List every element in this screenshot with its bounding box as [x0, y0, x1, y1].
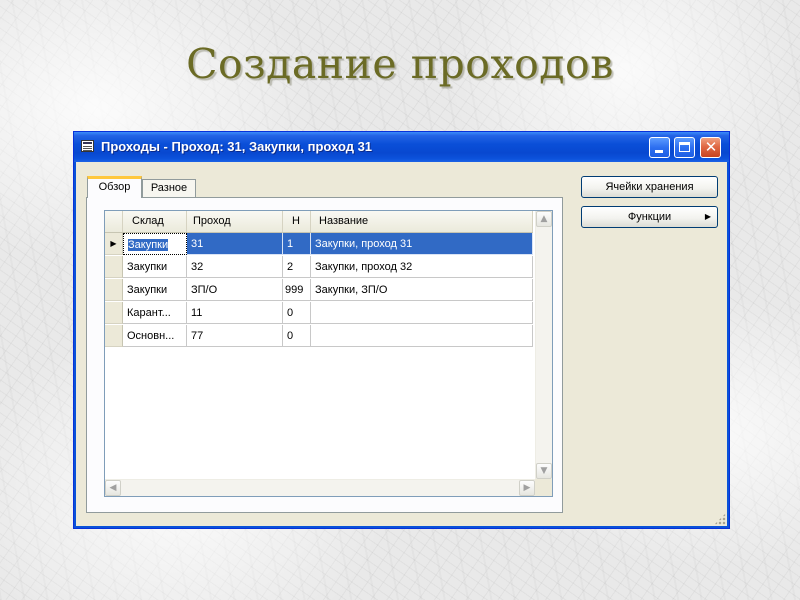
- cell-n[interactable]: 1: [283, 233, 311, 255]
- minimize-icon: [655, 150, 663, 153]
- cell-prohod[interactable]: 31: [187, 233, 283, 255]
- maximize-icon: [679, 142, 690, 152]
- cell-sklad[interactable]: Карант...: [123, 302, 187, 324]
- window-app-icon[interactable]: [81, 140, 94, 152]
- scroll-right-button[interactable]: ▶: [519, 480, 535, 496]
- grid-header: Склад Проход Н Название: [105, 211, 533, 233]
- cell-prohod[interactable]: 32: [187, 256, 283, 278]
- maximize-button[interactable]: [674, 137, 695, 158]
- storage-cells-button[interactable]: Ячейки хранения: [581, 176, 718, 198]
- close-button[interactable]: ✕: [700, 137, 721, 158]
- cell-sklad[interactable]: Основн...: [123, 325, 187, 347]
- cell-n[interactable]: 0: [283, 302, 311, 324]
- cell-nazvanie[interactable]: Закупки, проход 32: [311, 256, 533, 278]
- cell-sklad[interactable]: Закупки: [123, 279, 187, 301]
- tab-raznoe[interactable]: Разное: [142, 179, 196, 198]
- table-row[interactable]: Закупки ЗП/О 999 Закупки, ЗП/О: [105, 279, 533, 302]
- cell-n[interactable]: 999: [283, 279, 311, 301]
- scroll-left-button[interactable]: ◀: [105, 480, 121, 496]
- cell-nazvanie[interactable]: [311, 302, 533, 324]
- row-selector[interactable]: [105, 256, 123, 278]
- cell-n[interactable]: 2: [283, 256, 311, 278]
- close-icon: ✕: [704, 138, 718, 156]
- slide-title: Создание проходов: [186, 40, 614, 88]
- resize-grip-icon[interactable]: [714, 513, 726, 525]
- column-header-nazvanie[interactable]: Название: [311, 211, 533, 232]
- cell-sklad[interactable]: Закупки: [123, 233, 187, 255]
- table-row[interactable]: Карант... 11 0: [105, 302, 533, 325]
- scroll-down-button[interactable]: ▼: [536, 463, 552, 479]
- scroll-up-button[interactable]: ▲: [536, 211, 552, 227]
- row-indicator-icon: ▶: [105, 233, 123, 255]
- submenu-arrow-icon: ▶: [704, 212, 711, 221]
- vertical-scrollbar[interactable]: ▲ ▼: [535, 211, 552, 479]
- column-header-sklad[interactable]: Склад: [123, 211, 187, 232]
- row-selector[interactable]: [105, 325, 123, 347]
- table-row[interactable]: Закупки 32 2 Закупки, проход 32: [105, 256, 533, 279]
- row-selector[interactable]: [105, 302, 123, 324]
- cell-prohod[interactable]: 11: [187, 302, 283, 324]
- row-selector[interactable]: [105, 279, 123, 301]
- passages-window: Проходы - Проход: 31, Закупки, проход 31…: [73, 131, 730, 529]
- tab-obzor[interactable]: Обзор: [87, 176, 142, 198]
- window-titlebar[interactable]: Проходы - Проход: 31, Закупки, проход 31…: [74, 132, 729, 162]
- table-row[interactable]: Основн... 77 0: [105, 325, 533, 348]
- cell-nazvanie[interactable]: Закупки, проход 31: [311, 233, 533, 255]
- minimize-button[interactable]: [649, 137, 670, 158]
- functions-label: Функции: [627, 211, 672, 223]
- scrollbar-corner: [535, 479, 552, 496]
- cell-sklad[interactable]: Закупки: [123, 256, 187, 278]
- column-header-n[interactable]: Н: [283, 211, 311, 232]
- grid-header-corner: [105, 211, 123, 232]
- functions-menu-button[interactable]: Функции ▶: [581, 206, 718, 228]
- horizontal-scrollbar[interactable]: ◀ ▶: [105, 479, 535, 496]
- window-title: Проходы - Проход: 31, Закупки, проход 31: [101, 139, 373, 154]
- tab-panel-obzor: Склад Проход Н Название ▶ Закупки 31 1 З…: [86, 197, 563, 513]
- passages-grid[interactable]: Склад Проход Н Название ▶ Закупки 31 1 З…: [104, 210, 553, 497]
- cell-nazvanie[interactable]: Закупки, ЗП/О: [311, 279, 533, 301]
- cell-n[interactable]: 0: [283, 325, 311, 347]
- cell-nazvanie[interactable]: [311, 325, 533, 347]
- cell-prohod[interactable]: ЗП/О: [187, 279, 283, 301]
- column-header-prohod[interactable]: Проход: [187, 211, 283, 232]
- table-row[interactable]: ▶ Закупки 31 1 Закупки, проход 31: [105, 233, 533, 256]
- cell-prohod[interactable]: 77: [187, 325, 283, 347]
